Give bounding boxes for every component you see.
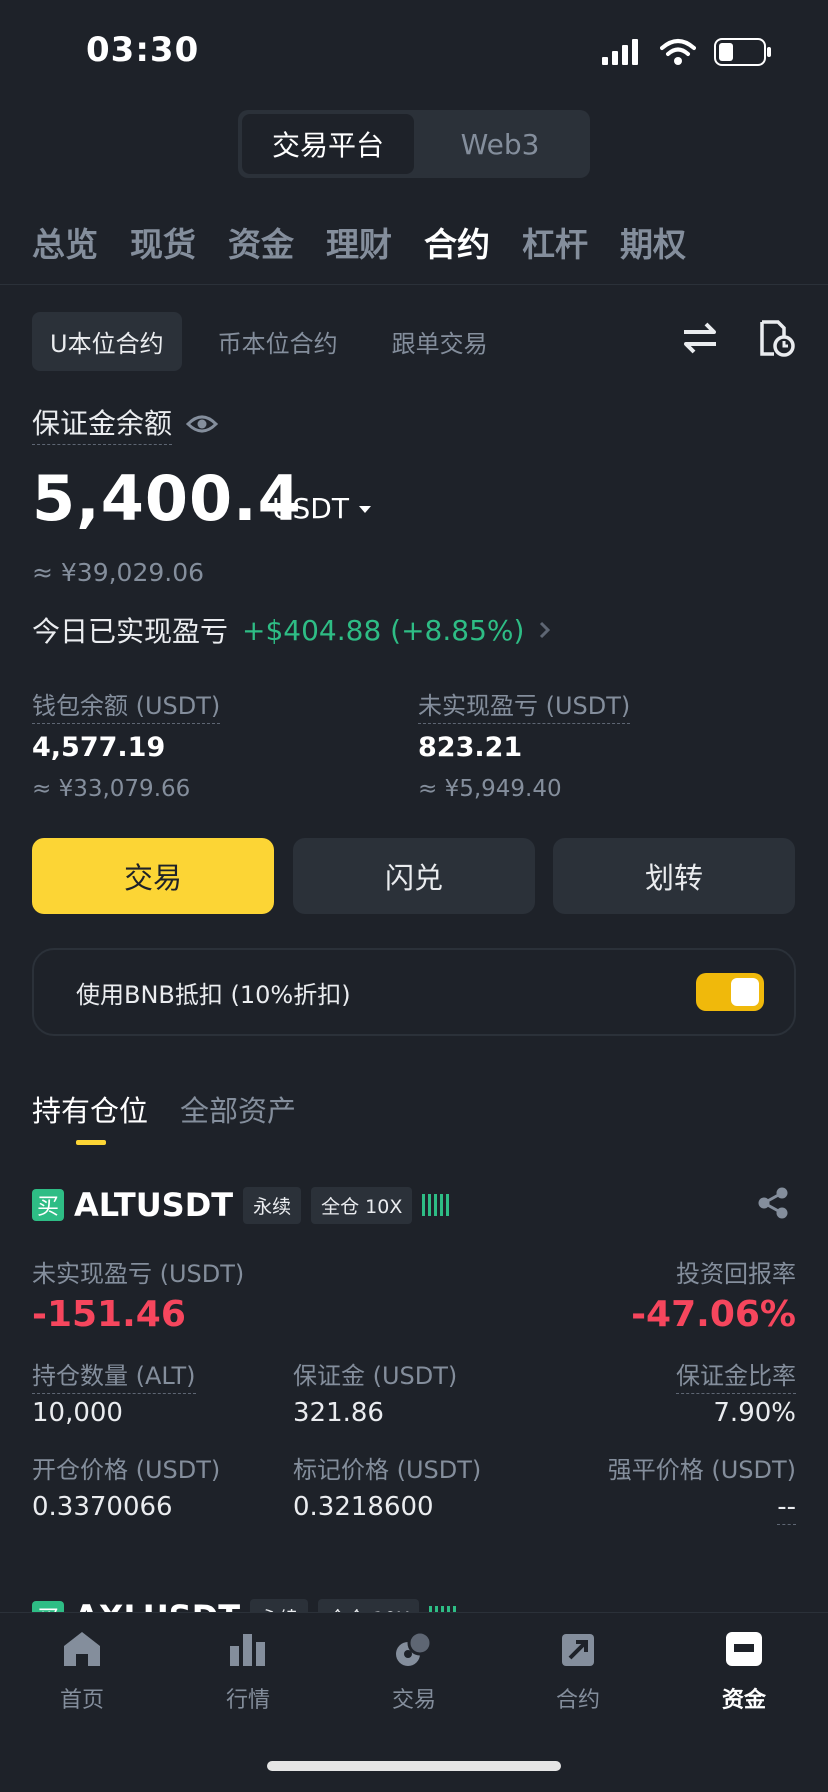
nav-assets[interactable]: 资金 [694, 1630, 794, 1714]
position-pnl-label: 未实现盈亏 (USDT) [32, 1260, 245, 1288]
roi-label: 投资回报率 [676, 1260, 796, 1288]
liquidation-price-value: -- [777, 1492, 796, 1525]
category-overview[interactable]: 总览 [32, 218, 98, 266]
margin-ratio-value: 7.90% [713, 1398, 796, 1428]
tab-all-assets[interactable]: 全部资产 [180, 1088, 296, 1130]
liquidation-price-label: 强平价格 (USDT) [607, 1456, 796, 1484]
mark-price-label: 标记价格 (USDT) [293, 1456, 482, 1484]
futures-icon [562, 1634, 594, 1666]
history-document-icon[interactable] [756, 318, 796, 358]
tab-copy-trading[interactable]: 跟单交易 [374, 312, 506, 371]
category-futures[interactable]: 合约 [424, 218, 490, 266]
category-funding[interactable]: 资金 [228, 218, 294, 266]
position-margin-label: 保证金 (USDT) [293, 1362, 458, 1390]
nav-home-label: 首页 [59, 1688, 104, 1713]
nav-trade[interactable]: 交易 [364, 1630, 464, 1714]
unrealized-pnl-approx: ≈ ¥5,949.40 [418, 776, 562, 802]
unrealized-pnl-value: 823.21 [418, 732, 523, 763]
caret-down-icon [358, 505, 371, 513]
wallet-balance-value: 4,577.19 [32, 732, 166, 763]
chevron-right-icon [540, 621, 551, 639]
divider [0, 284, 828, 285]
entry-price-value: 0.3370066 [32, 1492, 173, 1522]
platform-toggle: 交易平台 Web3 [238, 110, 590, 178]
unit-label: USDT [272, 492, 349, 525]
bnb-discount-toggle[interactable] [696, 973, 764, 1011]
perpetual-tag: 永续 [243, 1186, 302, 1224]
category-nav: 总览 现货 资金 理财 合约 杠杆 期权 [32, 218, 686, 266]
position-header: 买 ALTUSDT 永续 全仓 10X [32, 1186, 450, 1224]
flash-convert-button[interactable]: 闪兑 [293, 838, 535, 914]
roi-value: -47.06% [631, 1294, 796, 1335]
tab-exchange-platform[interactable]: 交易平台 [242, 114, 414, 174]
nav-markets[interactable]: 行情 [198, 1630, 298, 1714]
position-margin-value: 321.86 [293, 1398, 384, 1428]
wallet-balance-label: 钱包余额 (USDT) [32, 686, 221, 724]
unrealized-pnl-label: 未实现盈亏 (USDT) [418, 686, 631, 724]
margin-balance-value: 5,400.4 [32, 462, 302, 535]
position-symbol[interactable]: ALTUSDT [74, 1186, 233, 1224]
category-options[interactable]: 期权 [620, 218, 686, 266]
nav-futures-label: 合约 [555, 1688, 600, 1713]
bar-chart-icon [230, 1634, 265, 1666]
bnb-discount-card: 使用BNB抵扣 (10%折扣) [32, 948, 796, 1036]
toggle-knob [731, 978, 759, 1006]
nav-futures[interactable]: 合约 [528, 1630, 628, 1714]
tab-coinm-futures[interactable]: 币本位合约 [200, 312, 356, 371]
active-tab-indicator [76, 1140, 106, 1145]
app-root: 03:30 交易平台 Web3 总览 现货 资金 理财 合约 杠杆 期权 U本位… [0, 0, 828, 1792]
category-spot[interactable]: 现货 [130, 218, 196, 266]
entry-price-label: 开仓价格 (USDT) [32, 1456, 221, 1484]
leverage-tag[interactable]: 全仓 10X [311, 1186, 413, 1224]
tab-open-positions[interactable]: 持有仓位 [32, 1088, 148, 1130]
nav-assets-label: 资金 [721, 1688, 766, 1713]
margin-balance-text: 保证金余额 [32, 402, 173, 445]
trade-coins-icon [396, 1630, 433, 1666]
share-icon[interactable] [756, 1186, 790, 1220]
signal-bars-icon [422, 1194, 450, 1216]
category-earn[interactable]: 理财 [326, 218, 392, 266]
tab-usdm-futures[interactable]: U本位合约 [32, 312, 182, 371]
nav-home[interactable]: 首页 [32, 1630, 132, 1714]
today-pnl-row[interactable]: 今日已实现盈亏 +$404.88 (+8.85%) [32, 610, 552, 650]
nav-trade-label: 交易 [391, 1688, 436, 1713]
margin-ratio-label: 保证金比率 [676, 1356, 796, 1394]
trade-button[interactable]: 交易 [32, 838, 274, 914]
eye-icon[interactable] [186, 413, 219, 435]
category-margin[interactable]: 杠杆 [522, 218, 588, 266]
signal-icon [602, 39, 638, 65]
status-time: 03:30 [86, 30, 200, 70]
swap-arrows-icon[interactable] [680, 318, 720, 358]
unit-selector[interactable]: USDT [272, 492, 373, 525]
futures-sub-tabs: U本位合约 币本位合约 跟单交易 [32, 312, 506, 371]
wallet-balance-approx: ≈ ¥33,079.66 [32, 776, 191, 802]
tab-web3[interactable]: Web3 [414, 114, 586, 174]
battery-icon [714, 38, 771, 66]
position-qty-label: 持仓数量 (ALT) [32, 1356, 196, 1394]
today-pnl-value: +$404.88 (+8.85%) [242, 613, 525, 647]
position-qty-value: 10,000 [32, 1398, 123, 1428]
mark-price-value: 0.3218600 [293, 1492, 434, 1522]
position-tabs: 持有仓位 全部资产 [32, 1088, 296, 1130]
wallet-icon [726, 1632, 762, 1666]
nav-markets-label: 行情 [225, 1688, 270, 1713]
margin-balance-approx: ≈ ¥39,029.06 [32, 558, 205, 587]
position-pnl-value: -151.46 [32, 1294, 186, 1335]
transfer-button[interactable]: 划转 [553, 838, 795, 914]
bnb-discount-label: 使用BNB抵扣 (10%折扣) [76, 980, 351, 1009]
wifi-icon [660, 39, 696, 65]
margin-balance-label: 保证金余额 [32, 402, 219, 445]
home-icon [64, 1632, 100, 1666]
home-indicator [267, 1761, 561, 1771]
buy-badge: 买 [32, 1189, 64, 1221]
today-pnl-label: 今日已实现盈亏 [32, 615, 229, 648]
status-icons [602, 38, 772, 66]
